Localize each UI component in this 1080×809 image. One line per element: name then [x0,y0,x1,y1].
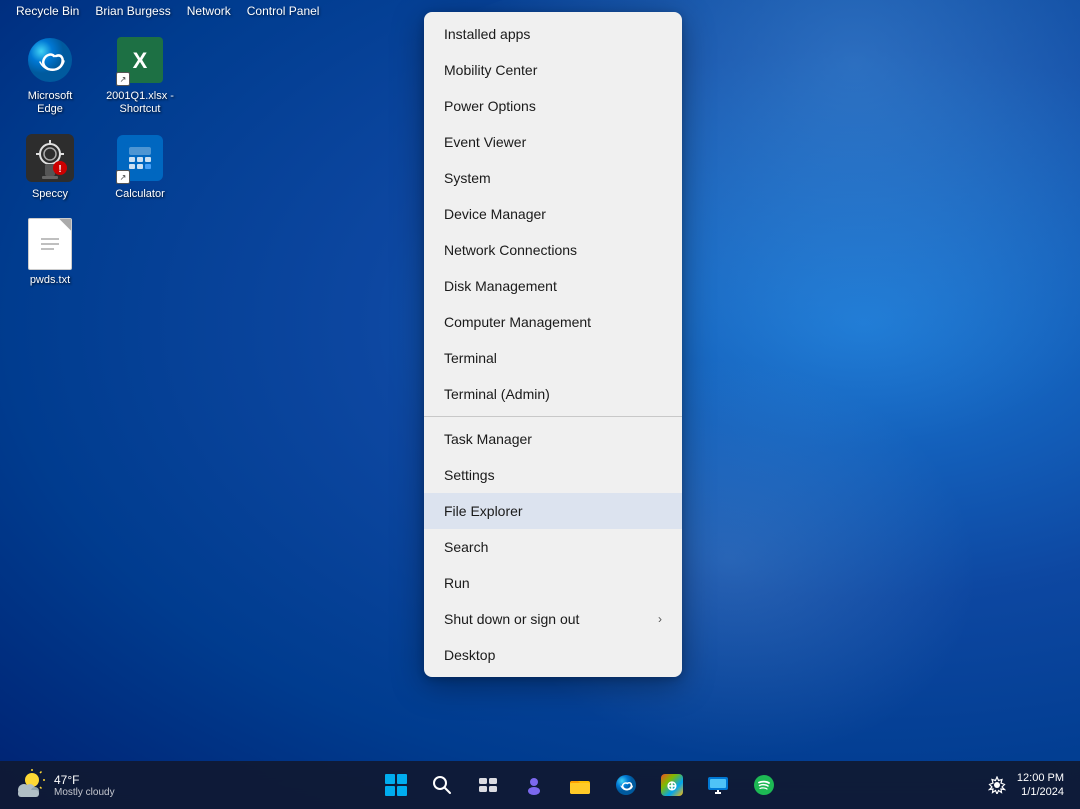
system-clock[interactable]: 12:00 PM 1/1/2024 [1017,771,1068,800]
clock-date: 1/1/2024 [1017,785,1064,799]
menu-separator-1 [424,416,682,417]
desktop-labels: Recycle Bin Brian Burgess Network Contro… [0,0,335,22]
weather-temp: 47°F [54,773,115,787]
desktop-icon-calculator[interactable]: ↗ Calculator [100,128,180,205]
menu-network-connections[interactable]: Network Connections [424,232,682,268]
taskbar-center: ⊕ [180,765,981,805]
menu-event-viewer[interactable]: Event Viewer [424,124,682,160]
weather-description: Mostly cloudy [54,787,115,798]
taskbar-right: 12:00 PM 1/1/2024 [981,769,1080,801]
label-network[interactable]: Network [179,2,239,20]
menu-installed-apps[interactable]: Installed apps [424,16,682,52]
label-control-panel[interactable]: Control Panel [239,2,328,20]
menu-system[interactable]: System [424,160,682,196]
taskbar-task-view-button[interactable] [468,765,508,805]
start-button[interactable] [376,765,416,805]
taskbar: 47°F Mostly cloudy [0,761,1080,809]
label-brian-burgess[interactable]: Brian Burgess [87,2,178,20]
weather-widget[interactable]: 47°F Mostly cloudy [12,768,115,802]
menu-device-manager[interactable]: Device Manager [424,196,682,232]
taskbar-edge-button[interactable] [606,765,646,805]
svg-text:⊕: ⊕ [667,778,678,793]
weather-text: 47°F Mostly cloudy [54,773,115,798]
menu-mobility-center[interactable]: Mobility Center [424,52,682,88]
menu-desktop[interactable]: Desktop [424,637,682,673]
desktop-icon-pwds-txt[interactable]: pwds.txt [10,214,90,291]
taskbar-teams-button[interactable] [514,765,554,805]
speccy-label: Speccy [32,188,68,201]
taskbar-file-explorer-button[interactable] [560,765,600,805]
context-menu: Installed apps Mobility Center Power Opt… [424,12,682,677]
menu-settings[interactable]: Settings [424,457,682,493]
calculator-label: Calculator [115,188,165,201]
desktop-icon-excel[interactable]: X ↗ 2001Q1.xlsx -Shortcut [100,30,180,120]
pwds-txt-label: pwds.txt [30,274,70,287]
svg-text:X: X [133,48,148,73]
taskbar-spotify-button[interactable] [744,765,784,805]
taskbar-remote-button[interactable] [698,765,738,805]
taskbar-left: 47°F Mostly cloudy [0,768,180,802]
label-recycle-bin[interactable]: Recycle Bin [8,2,87,20]
taskbar-settings-icon[interactable] [981,769,1013,801]
menu-search[interactable]: Search [424,529,682,565]
menu-power-options[interactable]: Power Options [424,88,682,124]
weather-icon [12,768,46,802]
menu-disk-management[interactable]: Disk Management [424,268,682,304]
shut-down-arrow-icon: › [658,612,662,626]
edge-label: MicrosoftEdge [28,90,73,116]
menu-file-explorer[interactable]: File Explorer [424,493,682,529]
menu-shut-down[interactable]: Shut down or sign out › [424,601,682,637]
desktop: Recycle Bin Brian Burgess Network Contro… [0,0,1080,809]
desktop-icon-edge[interactable]: MicrosoftEdge [10,30,90,120]
desktop-icon-speccy[interactable]: ! Speccy [10,128,90,205]
menu-task-manager[interactable]: Task Manager [424,421,682,457]
menu-computer-management[interactable]: Computer Management [424,304,682,340]
menu-run[interactable]: Run [424,565,682,601]
clock-time: 12:00 PM [1017,771,1064,785]
menu-terminal-admin[interactable]: Terminal (Admin) [424,376,682,412]
svg-text:!: ! [58,164,61,175]
desktop-icons: MicrosoftEdge X ↗ 2001Q1.xlsx -Shortcut [10,30,180,291]
menu-terminal[interactable]: Terminal [424,340,682,376]
taskbar-store-button[interactable]: ⊕ [652,765,692,805]
excel-label: 2001Q1.xlsx -Shortcut [106,90,174,116]
taskbar-search-button[interactable] [422,765,462,805]
